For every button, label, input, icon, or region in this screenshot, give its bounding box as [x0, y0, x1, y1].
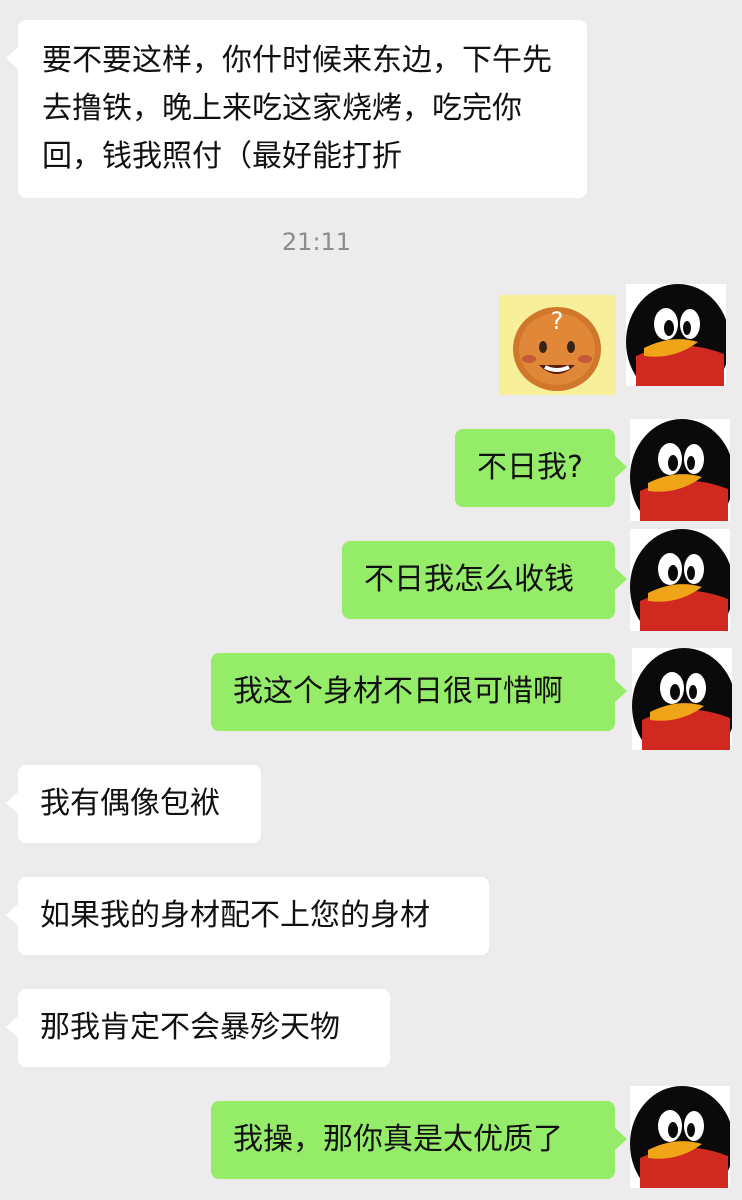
message-bubble-outgoing[interactable]: 我这个身材不日很可惜啊	[211, 653, 627, 731]
message-timestamp: 21:11	[281, 228, 352, 256]
message-bubble-incoming[interactable]: 那我肯定不会暴殄天物	[6, 989, 390, 1067]
confused-pancake-face-sticker[interactable]: ?	[499, 295, 616, 395]
qq-penguin-avatar-icon[interactable]	[626, 284, 726, 386]
qq-penguin-avatar-icon[interactable]	[630, 419, 730, 521]
qq-penguin-avatar-icon[interactable]	[632, 648, 732, 750]
qq-penguin-avatar-icon[interactable]	[630, 529, 730, 631]
message-bubble-incoming[interactable]: 要不要这样，你什时候来东边，下午先去撸铁，晚上来吃这家烧烤，吃完你回，钱我照付（…	[6, 20, 587, 198]
sticker-question-mark: ?	[551, 307, 564, 335]
message-bubble-incoming[interactable]: 如果我的身材配不上您的身材	[6, 877, 489, 955]
message-bubble-outgoing[interactable]: 不日我?	[455, 429, 627, 507]
chat-history[interactable]: 要不要这样，你什时候来东边，下午先去撸铁，晚上来吃这家烧烤，吃完你回，钱我照付（…	[0, 0, 742, 1200]
qq-penguin-avatar-icon[interactable]	[630, 1086, 730, 1188]
message-bubble-outgoing[interactable]: 我操，那你真是太优质了	[211, 1101, 627, 1179]
message-bubble-incoming[interactable]: 我有偶像包袱	[6, 765, 261, 843]
message-bubble-outgoing[interactable]: 不日我怎么收钱	[342, 541, 627, 619]
